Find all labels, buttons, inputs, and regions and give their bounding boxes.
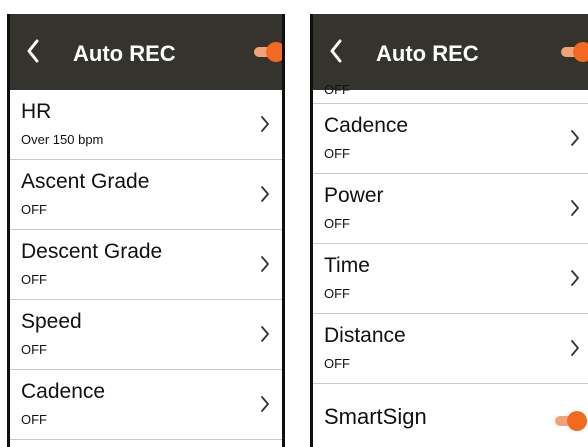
chevron-right-icon (571, 340, 579, 356)
chevron-right-icon (261, 326, 269, 342)
row-label: Speed (21, 310, 82, 333)
list-item-descent-grade[interactable]: Descent Grade OFF (10, 230, 282, 300)
row-label: SmartSign (324, 404, 427, 429)
smartsign-toggle[interactable] (555, 410, 587, 432)
row-value: OFF (324, 216, 350, 231)
list-item-smartsign[interactable]: SmartSign (313, 384, 588, 447)
row-label: Ascent Grade (21, 170, 150, 193)
row-label: Distance (324, 324, 406, 347)
row-value: OFF (21, 202, 47, 217)
list-item-cadence[interactable]: Cadence OFF (313, 104, 588, 174)
auto-rec-toggle[interactable] (254, 41, 282, 63)
right-screen: Auto REC OFF Cadence OFF Power OFF Time … (310, 14, 588, 447)
row-value: OFF (324, 286, 350, 301)
settings-list: HR Over 150 bpm Ascent Grade OFF Descent… (10, 90, 282, 447)
chevron-right-icon (261, 116, 269, 132)
row-label: Descent Grade (21, 240, 163, 263)
row-value: OFF (324, 356, 350, 371)
chevron-right-icon (261, 396, 269, 412)
list-item-distance[interactable]: Distance OFF (313, 314, 588, 384)
list-item-power[interactable]: Power OFF (313, 174, 588, 244)
list-item-ascent-grade[interactable]: Ascent Grade OFF (10, 160, 282, 230)
list-item-speed[interactable]: Speed OFF (10, 300, 282, 370)
row-value: OFF (324, 82, 350, 97)
row-value: OFF (21, 272, 47, 287)
chevron-right-icon (571, 270, 579, 286)
row-label: Power (324, 184, 384, 207)
list-item-cadence[interactable]: Cadence OFF (10, 370, 282, 440)
row-label: Cadence (21, 380, 106, 403)
page-title: Auto REC (73, 41, 176, 66)
row-label: Cadence (324, 114, 409, 137)
back-arrow-icon[interactable] (26, 39, 40, 63)
chevron-right-icon (261, 186, 269, 202)
row-label: Time (324, 254, 370, 277)
chevron-right-icon (571, 200, 579, 216)
chevron-right-icon (571, 130, 579, 146)
row-value: OFF (21, 342, 47, 357)
row-value: OFF (21, 412, 47, 427)
row-value: OFF (324, 146, 350, 161)
header: Auto REC (10, 14, 282, 90)
list-item-time[interactable]: Time OFF (313, 244, 588, 314)
list-item-hr[interactable]: HR Over 150 bpm (10, 90, 282, 160)
row-label: HR (21, 100, 52, 123)
chevron-right-icon (261, 256, 269, 272)
left-screen: Auto REC HR Over 150 bpm Ascent Grade OF… (7, 14, 285, 447)
list-item-partial[interactable]: OFF (313, 34, 588, 104)
row-value: Over 150 bpm (21, 132, 104, 147)
settings-list: OFF Cadence OFF Power OFF Time OFF Dista… (313, 82, 588, 447)
